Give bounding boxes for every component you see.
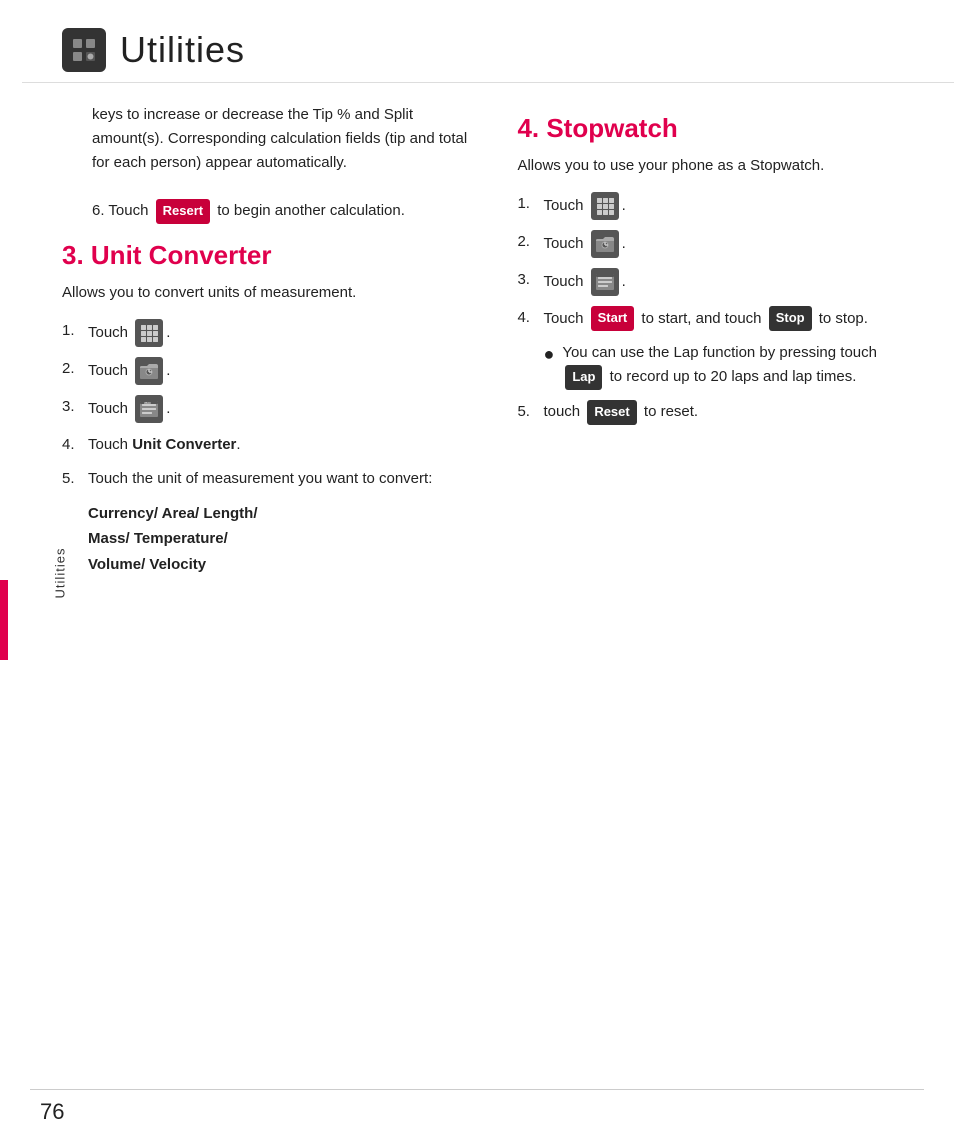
- section4-desc: Allows you to use your phone as a Stopwa…: [517, 154, 914, 178]
- step-num: 2.: [517, 230, 543, 254]
- section3-step3: 3. Touch 3500 .: [62, 395, 477, 423]
- section3-step1: 1. Touch: [62, 319, 477, 347]
- resert-button[interactable]: Resert: [156, 199, 210, 224]
- step-num: 4.: [62, 433, 88, 457]
- s4-step4-text1: Touch: [543, 307, 587, 331]
- intro-para1: keys to increase or decrease the Tip % a…: [92, 103, 477, 175]
- sidebar-accent: [0, 580, 8, 660]
- section3-heading: 3. Unit Converter: [62, 240, 477, 271]
- step-body: Touch .: [543, 230, 625, 258]
- grid-icon-1: [135, 319, 163, 347]
- unit-converter-bold: Unit Converter: [132, 436, 236, 453]
- bullet-lap: ● You can use the Lap function by pressi…: [543, 341, 914, 390]
- step6-num: 6. Touch: [92, 199, 153, 223]
- step-body: Touch .: [88, 357, 170, 385]
- bullet-row: You can use the Lap function by pressing…: [562, 341, 914, 390]
- section4-step1: 1. Touch: [517, 192, 914, 220]
- section4-step2: 2. Touch .: [517, 230, 914, 258]
- s4-step2-period: .: [622, 232, 626, 256]
- step4-text: Touch Unit Converter.: [88, 433, 241, 457]
- step-body: Touch Start to start, and touch Stop to …: [543, 306, 868, 331]
- section4-steps: 1. Touch: [517, 192, 914, 331]
- step4-row1: Touch Start to start, and touch Stop to …: [543, 306, 868, 331]
- step-num: 2.: [62, 357, 88, 381]
- section4-step5: 5. touch Reset to reset.: [517, 400, 914, 425]
- section3-desc: Allows you to convert units of measureme…: [62, 281, 477, 305]
- section4-step4: 4. Touch Start to start, and touch Stop …: [517, 306, 914, 331]
- step-body: Touch 3500 .: [88, 395, 170, 423]
- step-body: Touch: [543, 192, 625, 220]
- s4-step1-text: Touch: [543, 194, 587, 218]
- step-num: 1.: [517, 192, 543, 216]
- s4-step1-period: .: [622, 194, 626, 218]
- step6-row: 6. Touch Resert to begin another calcula…: [92, 199, 477, 224]
- step-num: 3.: [517, 268, 543, 292]
- section4-step5-list: 5. touch Reset to reset.: [517, 400, 914, 425]
- section4-heading: 4. Stopwatch: [517, 113, 914, 144]
- s4-step5-text2: to reset.: [640, 400, 698, 424]
- step-body: Touch Unit Converter.: [88, 433, 241, 457]
- section3-step2: 2. Touch .: [62, 357, 477, 385]
- left-column: keys to increase or decrease the Tip % a…: [62, 103, 507, 577]
- s4-step4-text3: to stop.: [815, 307, 868, 331]
- s4-step3-period: .: [622, 270, 626, 294]
- bullet-text: You can use the Lap function by pressing…: [562, 341, 914, 390]
- bullet-text2: to record up to 20 laps and lap times.: [605, 365, 856, 389]
- step2-text: Touch: [88, 359, 132, 383]
- step-body: touch Reset to reset.: [543, 400, 698, 425]
- list-icon-1: 3500: [135, 395, 163, 423]
- list-icon-2: [591, 268, 619, 296]
- step1-period: .: [166, 321, 170, 345]
- step6-text: to begin another calculation.: [213, 199, 405, 223]
- section3-step5: 5. Touch the unit of measurement you wan…: [62, 467, 477, 491]
- grid-icon-2: [591, 192, 619, 220]
- step-num: 4.: [517, 306, 543, 330]
- step5-text: Touch the unit of measurement you want t…: [88, 470, 432, 487]
- section4-step3: 3. Touch .: [517, 268, 914, 296]
- step-num: 1.: [62, 319, 88, 343]
- page-header: Utilities: [22, 0, 954, 83]
- step-body: Touch: [88, 319, 170, 347]
- step1-text: Touch: [88, 321, 132, 345]
- svg-text:3500: 3500: [144, 401, 151, 405]
- bullet-dot: ●: [543, 340, 554, 369]
- step-num: 5.: [517, 400, 543, 424]
- step3-text: Touch: [88, 397, 132, 421]
- section3-step4: 4. Touch Unit Converter.: [62, 433, 477, 457]
- currency-list: Currency/ Area/ Length/ Mass/ Temperatur…: [88, 501, 477, 578]
- page-title: Utilities: [120, 29, 245, 71]
- utilities-icon: [62, 28, 106, 72]
- s4-step2-text: Touch: [543, 232, 587, 256]
- start-button[interactable]: Start: [591, 306, 635, 331]
- bullet-text1: You can use the Lap function by pressing…: [562, 341, 881, 365]
- bottom-divider: [30, 1089, 924, 1090]
- step-body: Touch .: [543, 268, 625, 296]
- s4-step4-text2: to start, and touch: [637, 307, 765, 331]
- s4-step5-text1: touch: [543, 400, 584, 424]
- s4-step3-text: Touch: [543, 270, 587, 294]
- step-body: Touch the unit of measurement you want t…: [88, 467, 432, 491]
- intro-text-block: keys to increase or decrease the Tip % a…: [92, 103, 477, 224]
- folder-icon-2: [591, 230, 619, 258]
- reset-button[interactable]: Reset: [587, 400, 636, 425]
- lap-button[interactable]: Lap: [565, 365, 602, 390]
- folder-icon-1: [135, 357, 163, 385]
- step-num: 5.: [62, 467, 88, 491]
- section3-steps: 1. Touch: [62, 319, 477, 491]
- step2-period: .: [166, 359, 170, 383]
- stop-button[interactable]: Stop: [769, 306, 812, 331]
- right-column: 4. Stopwatch Allows you to use your phon…: [507, 103, 914, 577]
- sidebar-label: Utilities: [53, 513, 68, 633]
- sidebar-strip: Utilities: [0, 0, 22, 1145]
- step-num: 3.: [62, 395, 88, 419]
- page-number: 76: [40, 1099, 64, 1125]
- step3-period: .: [166, 397, 170, 421]
